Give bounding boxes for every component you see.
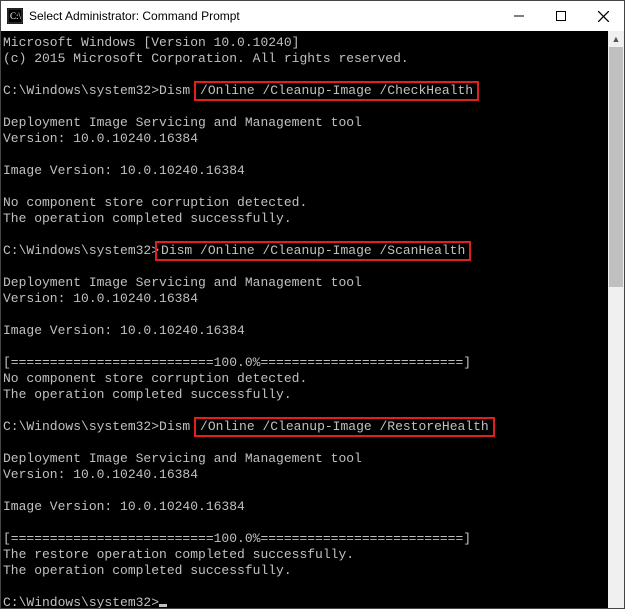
tool-line: Deployment Image Servicing and Managemen…: [3, 115, 362, 130]
status-line: No component store corruption detected.: [3, 371, 307, 386]
highlight-checkhealth: /Online /Cleanup-Image /CheckHealth: [194, 81, 479, 101]
highlight-scanhealth: Dism /Online /Cleanup-Image /ScanHealth: [155, 241, 471, 261]
status-line: The restore operation completed successf…: [3, 547, 354, 562]
status-line: The operation completed successfully.: [3, 387, 292, 402]
version-line: Version: 10.0.10240.16384: [3, 131, 198, 146]
image-version-line: Image Version: 10.0.10240.16384: [3, 499, 245, 514]
banner-line: Microsoft Windows [Version 10.0.10240]: [3, 35, 299, 50]
cmd-text: Dism: [159, 83, 198, 98]
cursor: [159, 604, 167, 607]
scroll-thumb[interactable]: [609, 47, 623, 287]
prompt: C:\Windows\system32>: [3, 595, 159, 608]
command-prompt-window: C:\ Select Administrator: Command Prompt…: [0, 0, 625, 609]
terminal-output[interactable]: Microsoft Windows [Version 10.0.10240] (…: [1, 31, 608, 608]
copyright-line: (c) 2015 Microsoft Corporation. All righ…: [3, 51, 409, 66]
progress-bar: [==========================100.0%=======…: [3, 531, 471, 546]
prompt: C:\Windows\system32>: [3, 83, 159, 98]
window-title: Select Administrator: Command Prompt: [29, 9, 498, 23]
scroll-up-arrow[interactable]: ▲: [608, 31, 624, 47]
image-version-line: Image Version: 10.0.10240.16384: [3, 163, 245, 178]
close-button[interactable]: [582, 1, 624, 31]
prompt: C:\Windows\system32>: [3, 419, 159, 434]
vertical-scrollbar[interactable]: ▲: [608, 31, 624, 608]
minimize-button[interactable]: [498, 1, 540, 31]
tool-line: Deployment Image Servicing and Managemen…: [3, 451, 362, 466]
svg-text:C:\: C:\: [10, 11, 22, 21]
highlight-restorehealth: /Online /Cleanup-Image /RestoreHealth: [194, 417, 495, 437]
titlebar[interactable]: C:\ Select Administrator: Command Prompt: [1, 1, 624, 31]
progress-bar: [==========================100.0%=======…: [3, 355, 471, 370]
image-version-line: Image Version: 10.0.10240.16384: [3, 323, 245, 338]
maximize-button[interactable]: [540, 1, 582, 31]
status-line: The operation completed successfully.: [3, 211, 292, 226]
version-line: Version: 10.0.10240.16384: [3, 467, 198, 482]
cmd-text: Dism: [159, 419, 198, 434]
cmd-icon: C:\: [7, 8, 23, 24]
content-area: Microsoft Windows [Version 10.0.10240] (…: [1, 31, 624, 608]
version-line: Version: 10.0.10240.16384: [3, 291, 198, 306]
window-controls: [498, 1, 624, 31]
tool-line: Deployment Image Servicing and Managemen…: [3, 275, 362, 290]
status-line: The operation completed successfully.: [3, 563, 292, 578]
prompt: C:\Windows\system32>: [3, 243, 159, 258]
status-line: No component store corruption detected.: [3, 195, 307, 210]
